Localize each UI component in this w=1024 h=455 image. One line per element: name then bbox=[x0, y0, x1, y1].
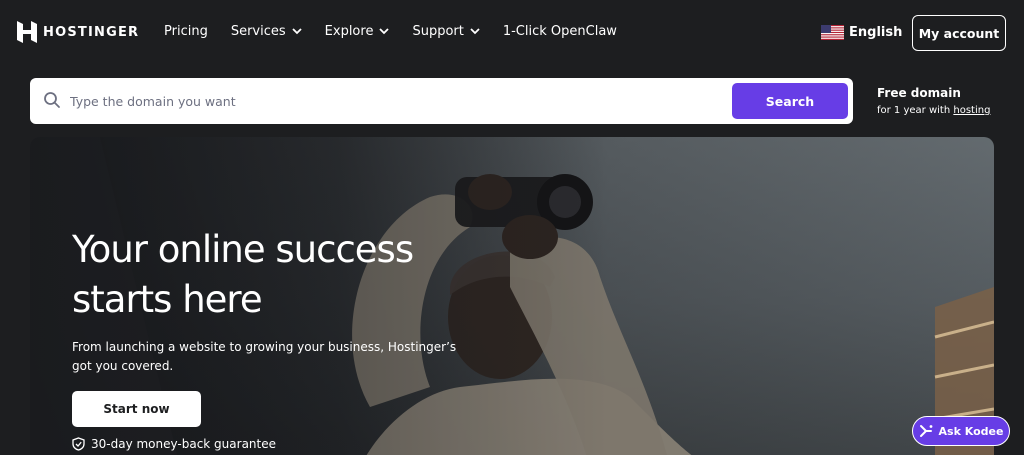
hero-subtitle: From launching a website to growing your… bbox=[72, 340, 457, 373]
shield-check-icon bbox=[72, 437, 85, 451]
free-domain-title: Free domain bbox=[877, 86, 961, 100]
chevron-down-icon bbox=[379, 28, 390, 35]
search-icon bbox=[44, 92, 60, 108]
hostinger-h-icon bbox=[17, 21, 37, 43]
us-flag-icon bbox=[821, 25, 844, 40]
nav-explore[interactable]: Explore bbox=[325, 24, 390, 39]
hero-title: Your online success starts here bbox=[72, 228, 414, 321]
language-selector[interactable]: English bbox=[821, 25, 902, 40]
nav-support[interactable]: Support bbox=[412, 24, 480, 39]
top-navigation: HOSTINGER Pricing Services Explore Suppo… bbox=[0, 0, 1024, 66]
ask-kodee-label: Ask Kodee bbox=[938, 424, 1004, 438]
nav-openclaw[interactable]: 1-Click OpenClaw bbox=[503, 24, 617, 39]
guarantee-label: 30-day money-back guarantee bbox=[91, 437, 276, 451]
brand-name: HOSTINGER bbox=[43, 24, 140, 40]
kodee-sparkle-icon bbox=[919, 425, 932, 437]
nav-pricing[interactable]: Pricing bbox=[164, 24, 208, 39]
money-back-guarantee: 30-day money-back guarantee bbox=[72, 437, 276, 451]
my-account-button[interactable]: My account bbox=[912, 15, 1006, 51]
chevron-down-icon bbox=[470, 28, 480, 35]
domain-search-input[interactable] bbox=[70, 90, 750, 112]
free-domain-subtitle: for 1 year with hosting bbox=[877, 105, 991, 116]
language-label: English bbox=[849, 25, 903, 40]
nav-services[interactable]: Services bbox=[231, 24, 302, 39]
free-domain-promo: Free domain for 1 year with hosting bbox=[877, 86, 990, 116]
brand-logo[interactable]: HOSTINGER bbox=[17, 21, 139, 43]
ask-kodee-button[interactable]: Ask Kodee bbox=[912, 416, 1010, 446]
domain-search-box: Search bbox=[30, 78, 853, 124]
chevron-down-icon bbox=[292, 28, 302, 35]
search-button[interactable]: Search bbox=[732, 83, 848, 119]
hosting-link[interactable]: hosting bbox=[953, 105, 990, 116]
hero-banner: Your online success starts here From lau… bbox=[30, 137, 994, 455]
start-now-button[interactable]: Start now bbox=[72, 391, 201, 427]
nav-links: Pricing Services Explore Support 1-Click… bbox=[164, 24, 640, 39]
